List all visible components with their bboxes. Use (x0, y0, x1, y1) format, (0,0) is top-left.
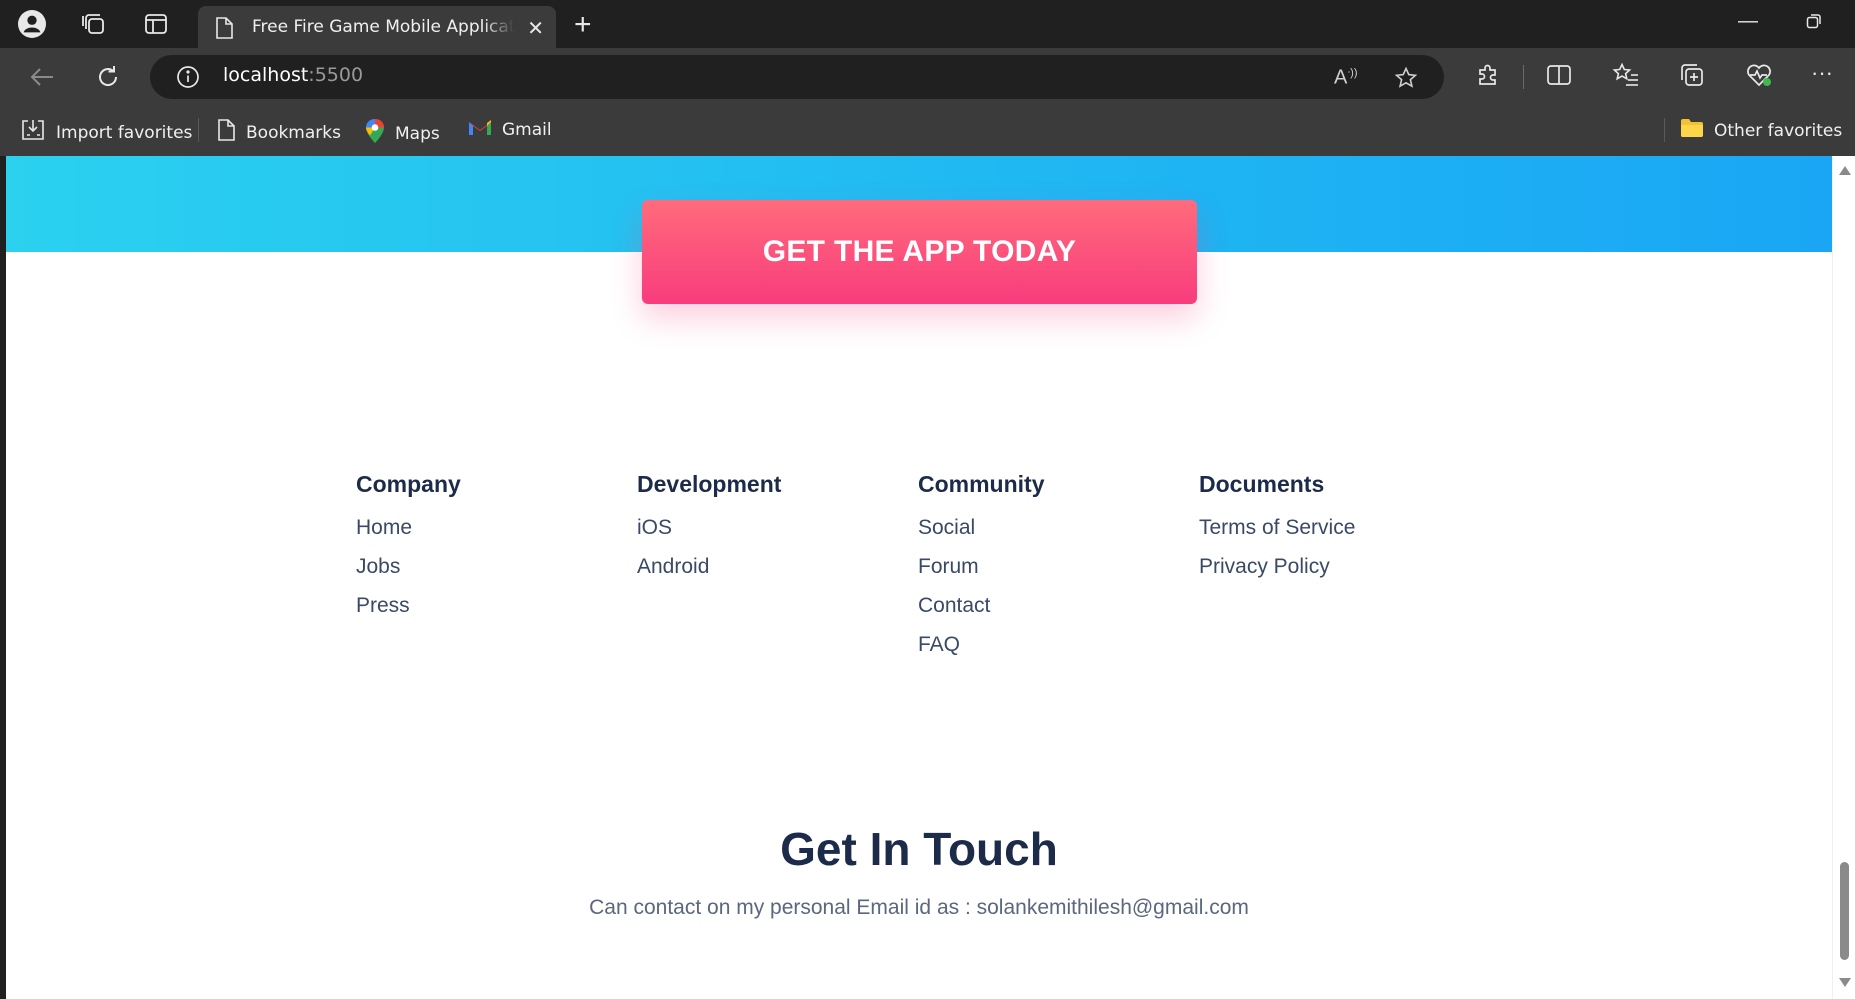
new-tab-icon[interactable]: + (574, 8, 592, 42)
favorites-divider (1664, 118, 1665, 142)
maps-pin-icon (365, 118, 385, 149)
footer-link-faq[interactable]: FAQ (918, 625, 1178, 664)
get-app-button[interactable]: GET THE APP TODAY (642, 200, 1197, 304)
url-port: :5500 (308, 64, 364, 86)
minimize-icon[interactable]: — (1738, 10, 1758, 33)
page-icon (216, 118, 236, 147)
get-in-touch-title: Get In Touch (780, 823, 1058, 875)
back-icon[interactable] (27, 62, 57, 92)
other-favorites[interactable]: Other favorites (1680, 118, 1842, 143)
footer-link-terms[interactable]: Terms of Service (1199, 508, 1459, 547)
url-host: localhost (223, 64, 309, 86)
scroll-up-icon[interactable] (1839, 166, 1851, 175)
favorite-bookmarks[interactable]: Bookmarks (216, 118, 341, 147)
active-tab[interactable]: Free Fire Game Mobile Application ✕ (198, 6, 556, 48)
title-bar: Free Fire Game Mobile Application ✕ + — (0, 0, 1855, 48)
footer-link-contact[interactable]: Contact (918, 586, 1178, 625)
page-viewport: GET THE APP TODAY Company Home Jobs Pres… (6, 156, 1832, 999)
extensions-icon[interactable] (1475, 62, 1501, 93)
footer-column-documents: Documents Terms of Service Privacy Polic… (1199, 471, 1459, 586)
footer-heading: Documents (1199, 471, 1325, 497)
tab-close-icon[interactable]: ✕ (527, 16, 544, 41)
gmail-icon (468, 118, 492, 141)
favorites-divider (198, 118, 199, 142)
favorites-bar: Import favorites Bookmarks Maps Gmail Ot… (0, 104, 1855, 156)
vertical-tabs-icon[interactable] (142, 10, 170, 38)
footer-link-jobs[interactable]: Jobs (356, 547, 616, 586)
favorite-label: Import favorites (56, 122, 193, 143)
footer-heading: Community (918, 471, 1045, 497)
site-info-icon[interactable] (176, 65, 200, 94)
favorite-label: Gmail (502, 119, 552, 140)
profile-avatar-icon[interactable] (18, 10, 46, 38)
footer-heading: Company (356, 471, 461, 497)
footer-column-development: Development iOS Android (637, 471, 897, 586)
scroll-down-icon[interactable] (1839, 978, 1851, 987)
restore-icon[interactable] (1806, 13, 1822, 34)
footer-heading: Development (637, 471, 782, 497)
footer-link-social[interactable]: Social (918, 508, 1178, 547)
scrollbar-thumb[interactable] (1840, 862, 1849, 960)
footer-link-forum[interactable]: Forum (918, 547, 1178, 586)
favorite-star-icon[interactable] (1394, 66, 1418, 95)
favorite-label: Maps (395, 123, 440, 144)
tab-title: Free Fire Game Mobile Application (252, 17, 514, 37)
contact-email-text: Can contact on my personal Email id as :… (589, 896, 1249, 919)
page-scrollbar[interactable] (1832, 156, 1855, 999)
address-bar[interactable]: localhost:5500 Aᐧ)) (150, 55, 1444, 99)
read-aloud-icon[interactable]: Aᐧ)) (1334, 66, 1357, 90)
more-options-icon[interactable]: ··· (1811, 60, 1833, 86)
footer-link-home[interactable]: Home (356, 508, 616, 547)
footer-link-ios[interactable]: iOS (637, 508, 897, 547)
footer-link-android[interactable]: Android (637, 547, 897, 586)
toolbar-divider (1523, 65, 1524, 89)
collections-icon[interactable] (1679, 62, 1705, 93)
browser-essentials-icon[interactable] (1745, 62, 1773, 93)
footer-link-press[interactable]: Press (356, 586, 616, 625)
favorite-import[interactable]: Import favorites (20, 118, 192, 147)
folder-icon (1680, 118, 1704, 143)
import-favorites-icon (20, 118, 46, 147)
footer-column-company: Company Home Jobs Press (356, 471, 616, 625)
navigation-bar: localhost:5500 Aᐧ)) ··· (0, 48, 1855, 104)
footer-link-privacy[interactable]: Privacy Policy (1199, 547, 1459, 586)
workspaces-icon[interactable] (80, 10, 108, 38)
favorite-gmail[interactable]: Gmail (468, 118, 552, 141)
favorite-label: Bookmarks (246, 122, 341, 143)
url-text[interactable]: localhost:5500 (223, 64, 363, 86)
page-icon (214, 16, 234, 45)
split-screen-icon[interactable] (1546, 62, 1572, 93)
favorites-list-icon[interactable] (1612, 62, 1640, 93)
refresh-icon[interactable] (93, 62, 123, 92)
footer-column-community: Community Social Forum Contact FAQ (918, 471, 1178, 664)
favorite-maps[interactable]: Maps (365, 118, 440, 149)
other-favorites-label: Other favorites (1714, 120, 1843, 141)
